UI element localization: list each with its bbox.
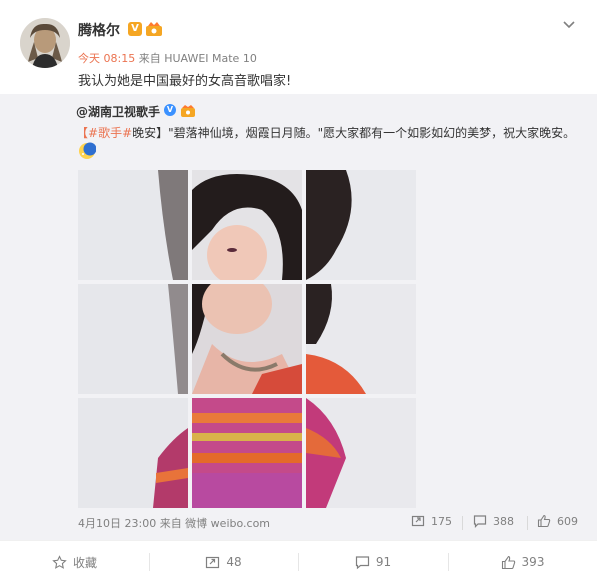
crown-badge-icon bbox=[180, 103, 196, 117]
repost-count: 48 bbox=[226, 555, 242, 569]
photo-thumbnail[interactable] bbox=[78, 398, 188, 508]
photo-thumbnail[interactable] bbox=[78, 170, 188, 280]
favorite-label: 收藏 bbox=[72, 555, 97, 570]
chevron-down-icon[interactable] bbox=[561, 16, 577, 32]
post-meta: 今天 08:15 来自 HUAWEI Mate 10 bbox=[78, 50, 257, 66]
photo-thumbnail[interactable] bbox=[192, 284, 302, 394]
verified-v-icon: V bbox=[128, 22, 142, 36]
weibo-post-card: 腾格尔 V 今天 08:15 来自 HUAWEI Mate 10 我认为她是中国… bbox=[0, 0, 597, 583]
like-icon bbox=[537, 514, 551, 528]
repost-stat-likes[interactable]: 609 bbox=[537, 514, 578, 528]
divider bbox=[527, 516, 528, 530]
comment-icon bbox=[355, 555, 370, 570]
photo-thumbnail[interactable] bbox=[306, 170, 416, 280]
like-icon bbox=[501, 555, 516, 570]
verified-v-icon: V bbox=[164, 104, 176, 116]
comment-count: 388 bbox=[493, 514, 514, 528]
repost-icon bbox=[411, 514, 425, 528]
photo-thumbnail[interactable] bbox=[192, 398, 302, 508]
photo-thumbnail[interactable] bbox=[306, 284, 416, 394]
comment-icon bbox=[473, 514, 487, 528]
repost-text-prefix: 【 bbox=[76, 126, 89, 140]
repost-text-body: 晚安】"碧落神仙境，烟霞日月随。"愿大家都有一个如影如幻的美梦，祝大家晚安。 bbox=[132, 126, 576, 140]
like-button[interactable]: 393 bbox=[448, 541, 597, 583]
photo-thumbnail[interactable] bbox=[192, 170, 302, 280]
divider bbox=[462, 516, 463, 530]
favorite-icon bbox=[52, 554, 67, 570]
reposted-content: @湖南卫视歌手 V 【#歌手#晚安】"碧落神仙境，烟霞日月随。"愿大家都有一个如… bbox=[0, 94, 597, 540]
repost-stat-reposts[interactable]: 175 bbox=[411, 514, 452, 528]
photo-thumbnail[interactable] bbox=[306, 398, 416, 508]
post-source: 来自 HUAWEI Mate 10 bbox=[138, 52, 257, 65]
like-count: 609 bbox=[557, 514, 578, 528]
moon-emoji-icon bbox=[78, 142, 97, 160]
repost-text: 【#歌手#晚安】"碧落神仙境，烟霞日月随。"愿大家都有一个如影如幻的美梦，祝大家… bbox=[76, 124, 575, 141]
favorite-button[interactable]: 收藏 bbox=[0, 541, 149, 583]
repost-count: 175 bbox=[431, 514, 452, 528]
comment-button[interactable]: 91 bbox=[298, 541, 448, 583]
like-count: 393 bbox=[521, 555, 545, 569]
author-name[interactable]: 腾格尔 bbox=[78, 20, 120, 40]
post-time[interactable]: 今天 08:15 bbox=[78, 52, 135, 65]
repost-timestamp[interactable]: 4月10日 23:00 来自 微博 weibo.com bbox=[78, 515, 270, 531]
repost-icon bbox=[205, 555, 220, 570]
repost-stat-comments[interactable]: 388 bbox=[473, 514, 514, 528]
topic-link[interactable]: #歌手# bbox=[88, 126, 132, 140]
repost-author[interactable]: @湖南卫视歌手 bbox=[76, 103, 160, 120]
action-bar: 收藏 48 91 393 bbox=[0, 540, 597, 583]
photo-thumbnail[interactable] bbox=[78, 284, 188, 394]
post-text: 我认为她是中国最好的女高音歌唱家! bbox=[78, 74, 292, 89]
repost-button[interactable]: 48 bbox=[149, 541, 298, 583]
author-avatar[interactable] bbox=[20, 18, 70, 68]
crown-badge-icon bbox=[145, 21, 163, 37]
comment-count: 91 bbox=[375, 555, 392, 569]
